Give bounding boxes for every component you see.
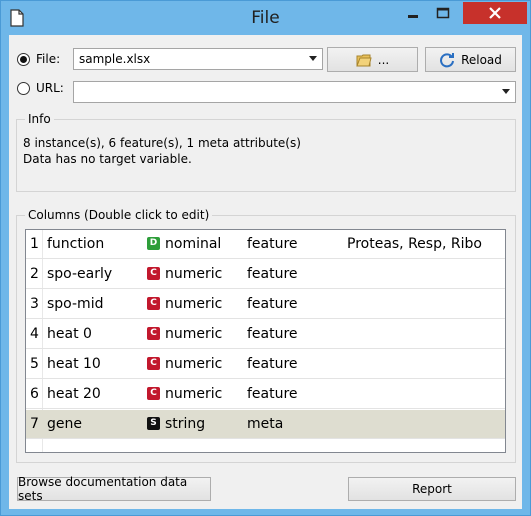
chevron-down-icon xyxy=(502,89,510,94)
browse-file-label: ... xyxy=(377,52,390,67)
row-number: 4 xyxy=(30,326,39,342)
variable-name: heat 10 xyxy=(47,356,101,372)
variable-type-badge: C xyxy=(147,357,160,370)
row-number: 7 xyxy=(30,416,39,432)
variable-role: feature xyxy=(247,326,298,342)
variable-name: gene xyxy=(47,416,82,432)
info-target-text: Data has no target variable. xyxy=(23,152,192,166)
table-row[interactable]: 2 spo-early Cnumeric feature xyxy=(26,260,505,289)
variable-role: meta xyxy=(247,416,284,432)
table-row[interactable]: 4 heat 0 Cnumeric feature xyxy=(26,320,505,349)
file-label: File: xyxy=(36,52,61,66)
row-number: 5 xyxy=(30,356,39,372)
variable-role: feature xyxy=(247,296,298,312)
variable-name: heat 0 xyxy=(47,326,92,342)
variable-type: nominal xyxy=(165,236,222,252)
columns-table[interactable]: 1 function Dnominal feature Proteas, Resp, R… xyxy=(25,229,506,453)
table-row[interactable]: 5 heat 10 Cnumeric feature xyxy=(26,350,505,379)
file-radio-row[interactable]: File: xyxy=(17,52,60,66)
client-area: File: sample.xlsx ... Reload URL: Info 8… xyxy=(9,35,522,509)
variable-role: feature xyxy=(247,236,298,252)
variable-type: numeric xyxy=(165,386,223,402)
row-number: 3 xyxy=(30,296,39,312)
table-row[interactable]: 6 heat 20 Cnumeric feature xyxy=(26,380,505,409)
report-label: Report xyxy=(412,482,452,496)
variable-type: numeric xyxy=(165,266,223,282)
variable-name: spo-early xyxy=(47,266,113,282)
variable-type: numeric xyxy=(165,296,223,312)
minimize-button[interactable] xyxy=(399,2,427,24)
browse-documentation-button[interactable]: Browse documentation data sets xyxy=(17,475,211,503)
close-button[interactable] xyxy=(463,2,527,24)
row-number: 6 xyxy=(30,386,39,402)
variable-type-badge: C xyxy=(147,387,160,400)
variable-type-badge: C xyxy=(147,297,160,310)
chevron-down-icon xyxy=(309,56,317,61)
title-bar[interactable]: File xyxy=(1,1,530,35)
variable-name: function xyxy=(47,236,105,252)
table-row[interactable]: 1 function Dnominal feature Proteas, Resp, R… xyxy=(26,230,505,259)
maximize-icon xyxy=(436,7,450,19)
minimize-icon xyxy=(408,15,418,18)
file-combo-value: sample.xlsx xyxy=(79,52,151,66)
variable-role: feature xyxy=(247,356,298,372)
variable-type-badge: D xyxy=(147,237,160,250)
variable-name: spo-mid xyxy=(47,296,104,312)
variable-values: Proteas, Resp, Ribo xyxy=(347,236,482,252)
maximize-button[interactable] xyxy=(429,2,457,24)
table-row[interactable]: 7 gene Sstring meta xyxy=(26,410,505,439)
browse-documentation-label: Browse documentation data sets xyxy=(18,475,188,503)
row-number: 1 xyxy=(30,236,39,252)
file-radio[interactable] xyxy=(17,52,30,66)
columns-group-label: Columns (Double click to edit) xyxy=(25,208,213,222)
info-group-label: Info xyxy=(25,112,54,126)
variable-type: numeric xyxy=(165,326,223,342)
variable-type: string xyxy=(165,416,206,432)
url-combo[interactable] xyxy=(73,81,516,103)
file-window: File File: sample.xlsx ... Reload URL: I… xyxy=(0,0,531,516)
report-button[interactable]: Report xyxy=(348,477,516,501)
url-radio[interactable] xyxy=(17,81,30,95)
table-row[interactable]: 3 spo-mid Cnumeric feature xyxy=(26,290,505,319)
row-number: 2 xyxy=(30,266,39,282)
variable-type-badge: S xyxy=(147,417,160,430)
close-icon xyxy=(489,7,501,19)
file-combo[interactable]: sample.xlsx xyxy=(73,48,323,70)
browse-file-button[interactable]: ... xyxy=(327,47,418,72)
url-radio-row[interactable]: URL: xyxy=(17,81,64,95)
variable-role: feature xyxy=(247,386,298,402)
variable-type-badge: C xyxy=(147,327,160,340)
variable-role: feature xyxy=(247,266,298,282)
reload-button[interactable]: Reload xyxy=(425,47,516,72)
variable-type: numeric xyxy=(165,356,223,372)
folder-icon xyxy=(356,54,372,66)
url-label: URL: xyxy=(36,81,64,95)
reload-icon xyxy=(440,52,455,67)
variable-name: heat 20 xyxy=(47,386,101,402)
reload-label: Reload xyxy=(461,52,502,67)
info-instances-text: 8 instance(s), 6 feature(s), 1 meta attr… xyxy=(23,136,301,150)
variable-type-badge: C xyxy=(147,267,160,280)
